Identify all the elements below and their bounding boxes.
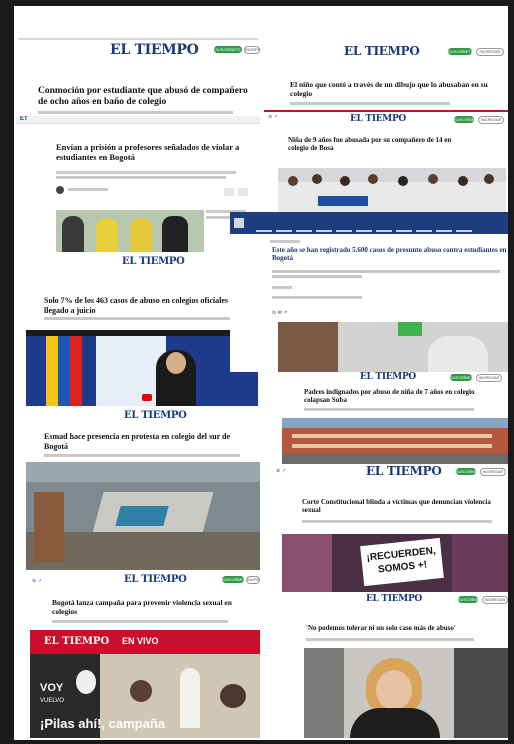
breadcrumb	[18, 38, 258, 40]
logo-mini: ET	[20, 116, 28, 122]
play-icon[interactable]	[142, 394, 152, 401]
campaign-caption: ¡Pilas ahí!, campaña	[40, 716, 165, 731]
headline[interactable]: Niña de 9 años fue abusada por su compañ…	[288, 136, 468, 153]
vuelvo-text: VUELVO	[40, 698, 64, 704]
subscribe-button[interactable]: SUSCRÍBETE	[456, 468, 482, 475]
summary-text	[306, 638, 474, 641]
article-card-l2[interactable]: ET Envían a prisión a profesores señalad…	[16, 116, 260, 256]
article-card-l5[interactable]: ⊕ ↗ EL TIEMPO SUSCRÍBETE INGRESAR Bogotá…	[14, 572, 260, 738]
article-card-r1[interactable]: EL TIEMPO SUSCRÍBETE INGRESAR El niño qu…	[264, 36, 508, 112]
share-icon[interactable]: ⊕ ↗	[32, 578, 42, 584]
login-button[interactable]: INGRESAR	[244, 46, 260, 54]
subscribe-button[interactable]: SUSCRÍBETE	[222, 576, 248, 583]
share-icon[interactable]: ⊕ ↗	[268, 114, 278, 120]
brand-logo: EL TIEMPO	[110, 42, 199, 58]
summary-text	[38, 111, 233, 114]
site-navbar	[16, 116, 260, 124]
summary-text	[302, 520, 492, 523]
protest-photo	[278, 168, 506, 214]
headline[interactable]: Bogotá lanza campaña para prevenir viole…	[52, 598, 252, 616]
headline[interactable]: Conmoción por estudiante que abusó de co…	[38, 86, 258, 109]
headline[interactable]: 'No podemos tolerar ni un solo caso más …	[306, 624, 502, 632]
brand-logo: EL TIEMPO	[122, 256, 185, 267]
live-banner-brand: EL TIEMPO	[44, 636, 110, 647]
article-card-r5[interactable]: ⊕ ↗ EL TIEMPO SUSCRÍBETE INGRESAR Corte …	[270, 464, 508, 594]
summary-text	[44, 454, 240, 457]
login-button[interactable]: INGRESAR	[482, 596, 508, 604]
article-card-r2[interactable]: ⊕ ↗ EL TIEMPO SUSCRÍBETE INGRESAR Niña d…	[264, 112, 508, 214]
brand-logo: EL TIEMPO	[366, 594, 422, 604]
menu-icon[interactable]	[234, 218, 244, 228]
subscribe-button[interactable]: SUSCRÍBETE	[214, 46, 242, 53]
video-frame[interactable]: EL TIEMPO EN VIVO VOY VUELVO ¡Pilas ahí!…	[30, 630, 260, 738]
aerial-photo	[26, 462, 260, 570]
video-frame[interactable]	[26, 330, 258, 406]
date-text	[272, 296, 362, 299]
headline[interactable]: Padres indignados por abuso de niña de 7…	[304, 388, 500, 405]
article-card-r6[interactable]: EL TIEMPO SUSCRÍBETE INGRESAR 'No podemo…	[270, 594, 508, 738]
headline[interactable]: Este año se han registrado 5.600 casos d…	[272, 246, 508, 263]
brand-logo: EL TIEMPO	[366, 464, 442, 478]
login-button[interactable]: INGRESAR	[476, 374, 502, 382]
summary-text	[56, 176, 226, 179]
summary-text	[52, 620, 228, 623]
brand-logo: EL TIEMPO	[344, 44, 420, 58]
subscribe-button[interactable]: SUSCRÍBETE	[448, 48, 474, 55]
subscribe-button[interactable]: SUSCRÍBETE	[450, 374, 476, 381]
summary-text	[272, 270, 500, 273]
article-photo	[56, 210, 204, 252]
article-card-l4[interactable]: EL TIEMPO Esmad hace presencia en protes…	[14, 410, 260, 572]
subscribe-button[interactable]: SUSCRÍBETE	[454, 116, 480, 123]
breadcrumb	[270, 240, 300, 243]
subscribe-button[interactable]: SUSCRÍBETE	[458, 596, 484, 603]
login-button[interactable]: INGRESAR	[480, 468, 506, 476]
summary-text	[272, 275, 362, 278]
article-card-r4[interactable]: EL TIEMPO SUSCRÍBETE INGRESAR Padres ind…	[264, 372, 508, 464]
author-name	[68, 188, 108, 191]
article-card-r3[interactable]: Este año se han registrado 5.600 casos d…	[230, 212, 508, 372]
login-button[interactable]: INGRESAR	[476, 48, 504, 56]
brand-logo: EL TIEMPO	[360, 372, 416, 382]
summary-text	[290, 102, 450, 105]
site-navbar	[230, 212, 508, 234]
headline[interactable]: Envían a prisión a profesores señalados …	[56, 142, 256, 162]
share-icon[interactable]: ⊕ ↗	[276, 468, 286, 474]
login-button[interactable]: INGRESAR	[478, 116, 504, 124]
brand-logo: EL TIEMPO	[124, 410, 187, 421]
protest-poster-photo: ¡RECUERDEN, SOMOS +!	[282, 534, 508, 592]
article-card-l3[interactable]: EL TIEMPO Solo 7% de los 463 casos de ab…	[14, 256, 260, 408]
summary-text	[304, 408, 474, 411]
brand-logo: EL TIEMPO	[124, 574, 187, 585]
login-button[interactable]: INGRESAR	[246, 576, 260, 584]
child-photo	[278, 322, 508, 372]
live-badge: EN VIVO	[122, 636, 159, 646]
summary-text	[56, 171, 236, 174]
news-collage: EL TIEMPO SUSCRÍBETE INGRESAR Conmoción …	[14, 6, 508, 740]
share-icons[interactable]: ⊙ ✉ ↗	[272, 310, 287, 316]
brand-logo: EL TIEMPO	[350, 114, 406, 124]
headline[interactable]: Corte Constitucional blinda a víctimas q…	[302, 498, 498, 515]
voy-text: VOY	[40, 682, 64, 694]
author-avatar	[56, 186, 64, 194]
bookmark-icon[interactable]	[238, 188, 248, 196]
official-portrait	[304, 648, 508, 738]
headline[interactable]: Esmad hace presencia en protesta en cole…	[44, 432, 244, 451]
summary-text	[44, 317, 234, 320]
share-icon[interactable]	[224, 188, 234, 196]
school-photo	[282, 418, 508, 464]
poster-sign: ¡RECUERDEN, SOMOS +!	[360, 537, 444, 587]
headline[interactable]: Solo 7% de los 463 casos de abuso en col…	[44, 296, 244, 315]
article-card-l1[interactable]: EL TIEMPO SUSCRÍBETE INGRESAR Conmoción …	[14, 16, 260, 114]
author-name	[272, 286, 292, 289]
headline[interactable]: El niño que contó a través de un dibujo …	[290, 80, 502, 98]
